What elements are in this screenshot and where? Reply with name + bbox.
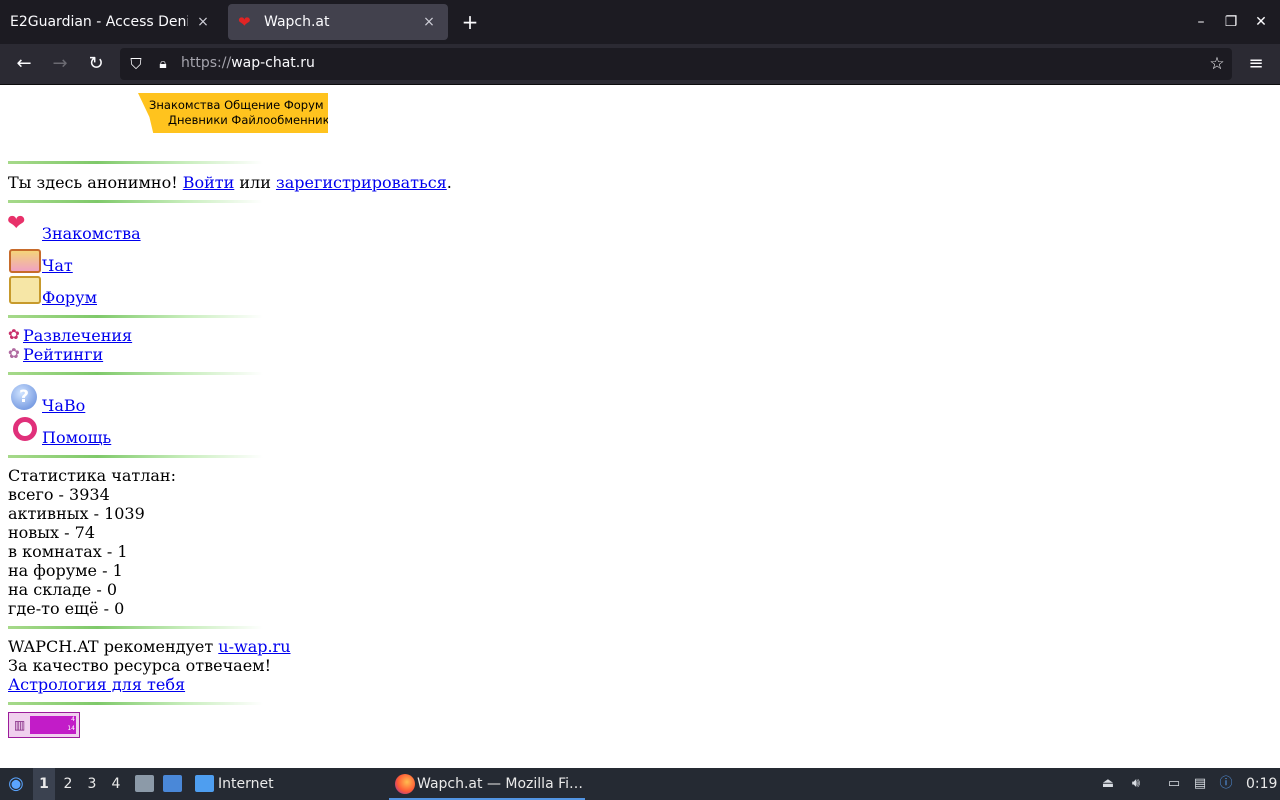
login-link[interactable]: Войти bbox=[183, 173, 235, 192]
address-bar[interactable]: ⛉ 🔒︎ https://wap-chat.ru ☆ bbox=[120, 48, 1232, 80]
file-manager-icon[interactable] bbox=[135, 775, 154, 792]
divider bbox=[8, 372, 263, 375]
url-text[interactable]: https://wap-chat.ru bbox=[181, 55, 315, 71]
flower-icon: ✿ bbox=[8, 346, 20, 362]
heart-icon: ❤ bbox=[238, 13, 251, 31]
stat-active: активных - 1039 bbox=[8, 504, 145, 523]
link-entertainment[interactable]: Развлечения bbox=[23, 326, 132, 345]
divider bbox=[8, 200, 263, 203]
folder-label[interactable]: Internet bbox=[218, 768, 274, 800]
quality-text: За качество ресурса отвечаем! bbox=[8, 656, 272, 675]
link-help[interactable]: Помощь bbox=[42, 428, 111, 447]
forum-icon bbox=[9, 276, 41, 304]
tab-title: Wapch.at bbox=[264, 14, 330, 30]
clipboard-icon[interactable]: ▤ bbox=[1191, 775, 1209, 793]
back-icon[interactable]: ← bbox=[12, 52, 36, 76]
counter-chart-icon: ▥ bbox=[14, 718, 26, 732]
eject-icon[interactable]: ⏏ bbox=[1099, 775, 1117, 793]
link-chat[interactable]: Чат bbox=[42, 256, 73, 275]
volume-icon[interactable]: 🔊︎ bbox=[1127, 775, 1145, 793]
stats-title: Статистика чатлан: bbox=[8, 466, 176, 485]
tab-strip: E2Guardian - Access Denied × ❤ Wapch.at … bbox=[0, 0, 1280, 44]
link-forum[interactable]: Форум bbox=[42, 288, 97, 307]
hearts-icon: ❤ bbox=[7, 211, 26, 236]
divider bbox=[8, 626, 263, 629]
chat-icon bbox=[9, 249, 41, 273]
taskbar-firefox[interactable]: Wapch.at — Mozilla Fi… bbox=[389, 768, 585, 800]
stat-rooms: в комнатах - 1 bbox=[8, 542, 128, 561]
visit-counter[interactable]: ▥ 4 14 bbox=[8, 712, 80, 738]
clock: 0:19 bbox=[1246, 776, 1278, 792]
shield-icon[interactable]: ⛉ bbox=[126, 54, 146, 74]
tab-wapchat[interactable]: ❤ Wapch.at × bbox=[228, 4, 448, 40]
url-scheme: https:// bbox=[181, 55, 232, 71]
link-astrology[interactable]: Астрология для тебя bbox=[8, 675, 185, 694]
task-label: Wapch.at — Mozilla Fi… bbox=[417, 776, 584, 792]
banner-line-2: Дневники Файлообменник bbox=[168, 113, 330, 127]
page-content: Знакомства Общение Форум Дневники Файлоо… bbox=[0, 85, 1280, 768]
network-icon[interactable]: ▭ bbox=[1165, 775, 1183, 793]
divider bbox=[8, 161, 263, 164]
tab-close-icon[interactable]: × bbox=[420, 14, 438, 30]
anon-suffix: . bbox=[446, 173, 452, 192]
site-banner[interactable]: Знакомства Общение Форум Дневники Файлоо… bbox=[138, 93, 328, 133]
reload-icon[interactable]: ↻ bbox=[84, 52, 108, 76]
link-dating[interactable]: Знакомства bbox=[42, 224, 141, 243]
notification-icon[interactable]: ⓘ bbox=[1217, 775, 1235, 793]
desktop-icon[interactable] bbox=[163, 775, 182, 792]
taskbar: ◉ 1 2 3 4 Internet Wapch.at — Mozilla Fi… bbox=[0, 768, 1280, 800]
stat-storage: на складе - 0 bbox=[8, 580, 118, 599]
navigation-toolbar: ← → ↻ ⛉ 🔒︎ https://wap-chat.ru ☆ ≡ bbox=[0, 44, 1280, 85]
folder-icon[interactable] bbox=[195, 775, 214, 792]
tab-e2guardian[interactable]: E2Guardian - Access Denied × bbox=[0, 4, 222, 40]
divider bbox=[8, 455, 263, 458]
stat-elsewhere: где-то ещё - 0 bbox=[8, 599, 125, 618]
workspace-1[interactable]: 1 bbox=[33, 768, 55, 800]
anonymous-notice: Ты здесь анонимно! Войти или зарегистрир… bbox=[8, 173, 452, 192]
firefox-icon bbox=[395, 774, 415, 794]
workspace-3[interactable]: 3 bbox=[81, 768, 103, 800]
stat-forum: на форуме - 1 bbox=[8, 561, 123, 580]
divider bbox=[8, 315, 263, 318]
link-u-wap[interactable]: u-wap.ru bbox=[218, 637, 290, 656]
minimize-icon[interactable]: – bbox=[1191, 12, 1211, 32]
lifebuoy-icon bbox=[13, 417, 37, 441]
lock-icon[interactable]: 🔒︎ bbox=[154, 54, 172, 74]
recommend-prefix: WAPCH.AT рекомендует bbox=[8, 637, 219, 656]
counter-numbers: 4 14 bbox=[67, 716, 75, 732]
workspace-2[interactable]: 2 bbox=[57, 768, 79, 800]
anon-prefix: Ты здесь анонимно! bbox=[8, 173, 183, 192]
banner-line-1: Знакомства Общение Форум bbox=[149, 98, 324, 112]
flower-icon: ✿ bbox=[8, 327, 20, 343]
url-host: wap-chat.ru bbox=[231, 55, 315, 71]
restore-icon[interactable]: ❐ bbox=[1221, 12, 1241, 32]
anon-middle: или bbox=[234, 173, 276, 192]
new-tab-button[interactable]: + bbox=[458, 10, 482, 34]
register-link[interactable]: зарегистрироваться bbox=[276, 173, 447, 192]
recommend-line: WAPCH.AT рекомендует u-wap.ru bbox=[8, 637, 291, 656]
stat-new: новых - 74 bbox=[8, 523, 95, 542]
close-window-icon[interactable]: ✕ bbox=[1251, 12, 1271, 32]
app-menu-icon[interactable]: ≡ bbox=[1244, 52, 1268, 76]
tab-title: E2Guardian - Access Denied bbox=[10, 14, 188, 30]
stat-total: всего - 3934 bbox=[8, 485, 110, 504]
question-icon: ? bbox=[11, 384, 37, 410]
forward-icon[interactable]: → bbox=[48, 52, 72, 76]
start-menu-icon[interactable]: ◉ bbox=[4, 768, 28, 800]
link-faq[interactable]: ЧаВо bbox=[42, 396, 85, 415]
workspace-4[interactable]: 4 bbox=[105, 768, 127, 800]
divider bbox=[8, 702, 263, 705]
bookmark-star-icon[interactable]: ☆ bbox=[1206, 53, 1228, 75]
tab-close-icon[interactable]: × bbox=[194, 14, 212, 30]
link-ratings[interactable]: Рейтинги bbox=[23, 345, 103, 364]
